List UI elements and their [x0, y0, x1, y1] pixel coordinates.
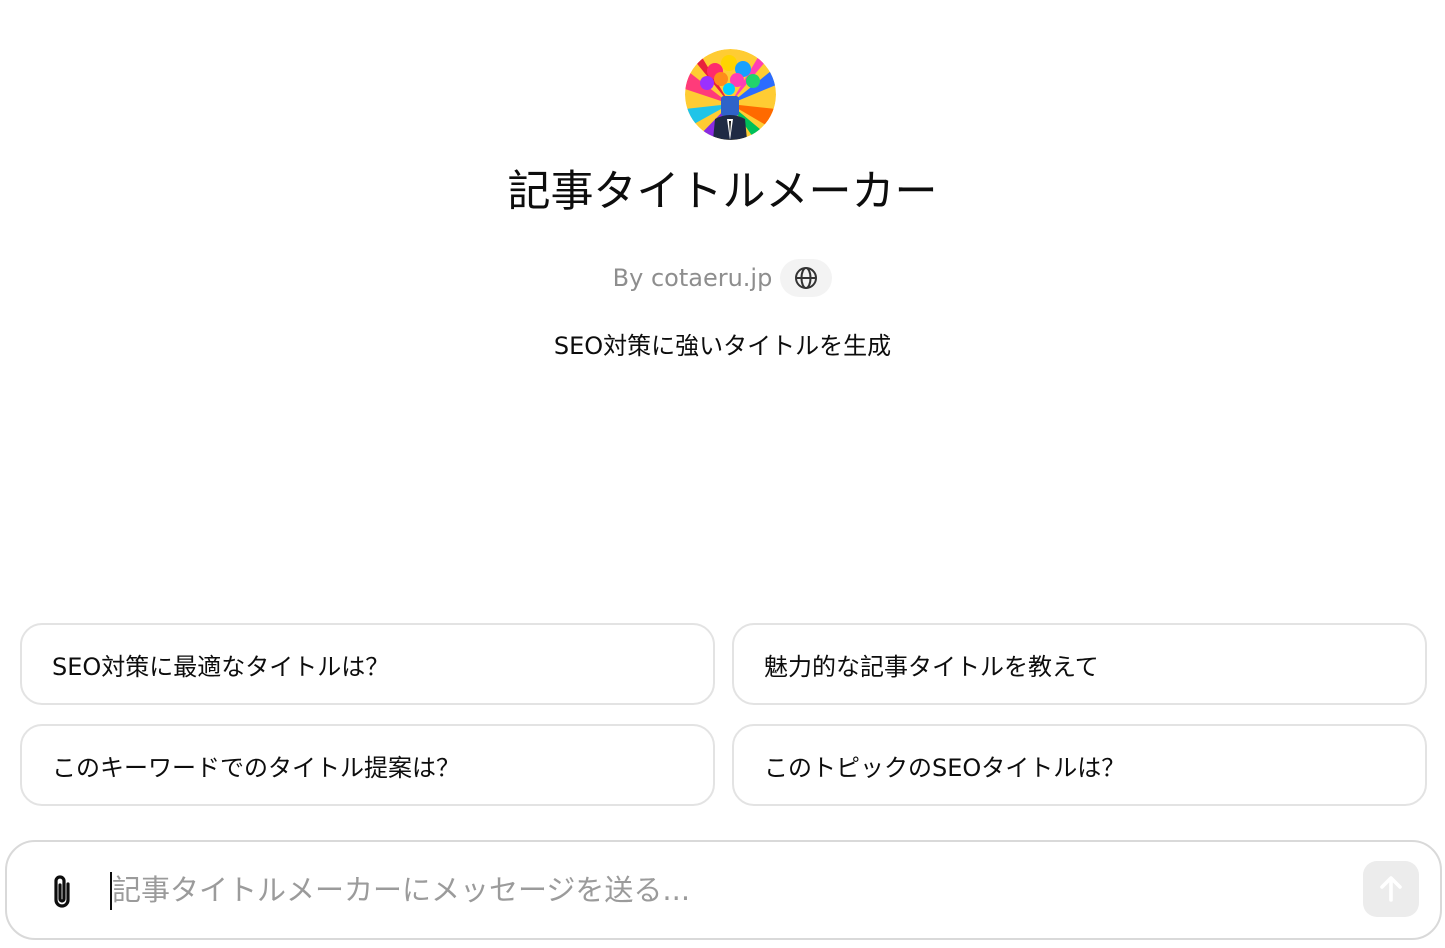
arrow-up-icon: [1380, 876, 1402, 902]
starter-label: このキーワードでのタイトル提案は？: [52, 753, 460, 782]
gpt-title: 記事タイトルメーカー: [507, 167, 938, 217]
website-link-button[interactable]: [780, 259, 833, 297]
conversation-starter-button[interactable]: このキーワードでのタイトル提案は？: [20, 724, 715, 806]
paperclip-icon: [54, 875, 70, 908]
attach-file-button[interactable]: [47, 872, 79, 912]
author-name: By cotaeru.jp: [612, 264, 773, 292]
balloon-head-businessman-avatar-icon: [685, 49, 776, 140]
conversation-starter-button[interactable]: このトピックのSEOタイトルは？: [732, 724, 1427, 806]
conversation-starter-button[interactable]: SEO対策に最適なタイトルは？: [20, 623, 715, 705]
gpt-chat-page: 記事タイトルメーカー By cotaeru.jp SEO対策に強いタイトルを生成…: [0, 0, 1445, 948]
conversation-starter-button[interactable]: 魅力的な記事タイトルを教えて: [732, 623, 1427, 705]
starter-label: このトピックのSEOタイトルは？: [764, 753, 1126, 782]
message-input[interactable]: [112, 866, 1312, 914]
message-composer: [5, 840, 1442, 940]
gpt-byline: By cotaeru.jp: [0, 258, 1445, 298]
send-button[interactable]: [1363, 861, 1419, 917]
starter-label: 魅力的な記事タイトルを教えて: [764, 652, 1099, 681]
gpt-avatar: [685, 49, 776, 140]
gpt-description: SEO対策に強いタイトルを生成: [553, 332, 892, 360]
globe-icon: [795, 267, 818, 289]
starter-label: SEO対策に最適なタイトルは？: [52, 652, 390, 681]
